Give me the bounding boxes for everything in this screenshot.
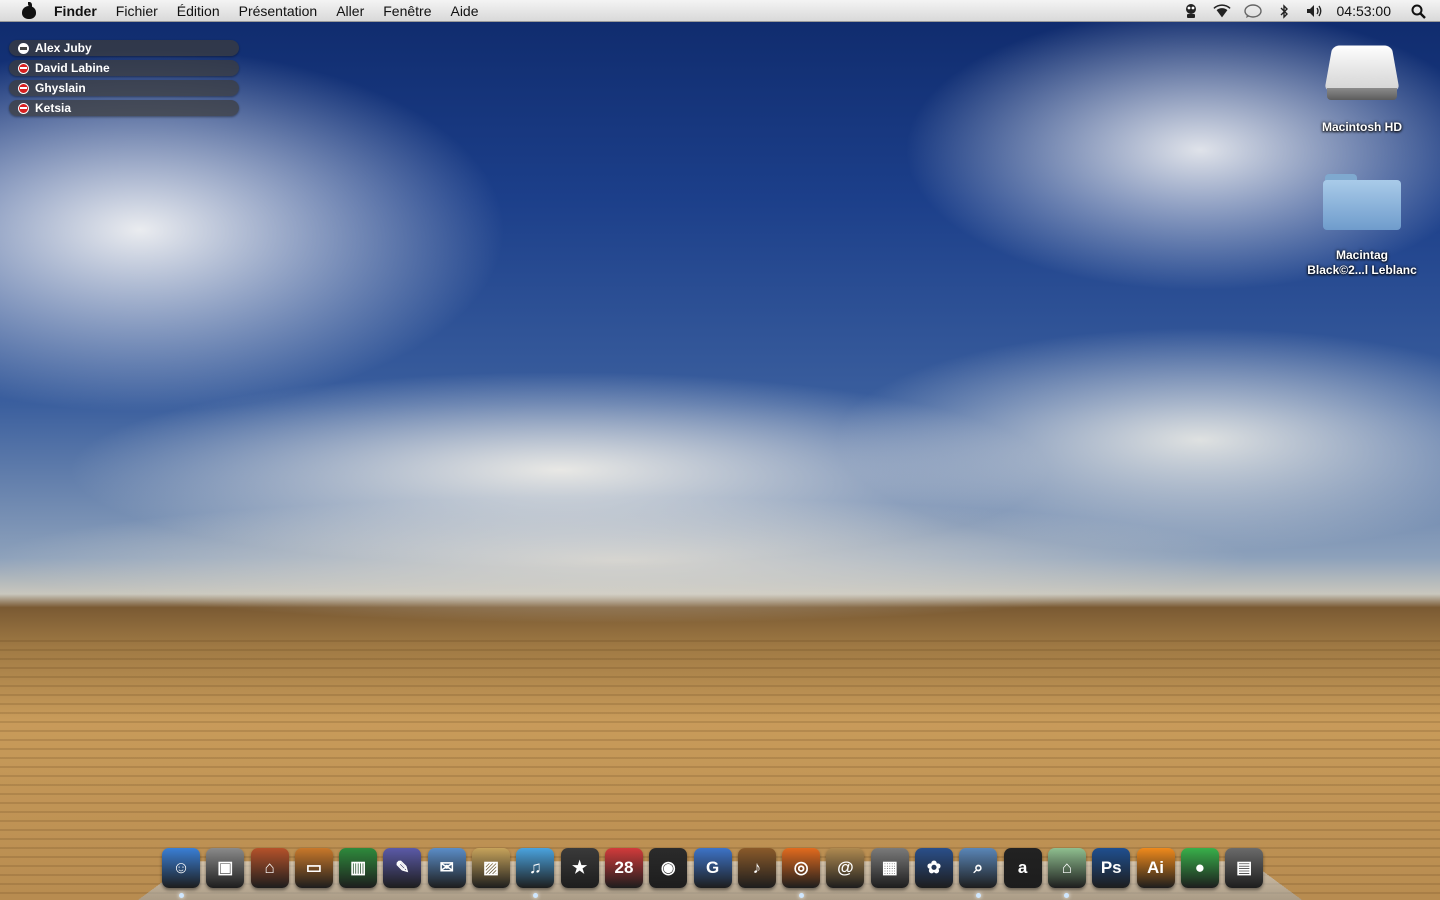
menu-bar: Finder Fichier Édition Présentation Alle… [0,0,1440,22]
buddy-name: Ghyslain [35,81,86,95]
menu-clock[interactable]: 04:53:00 [1337,3,1392,19]
apple-menu-icon[interactable] [20,1,40,20]
dock: ☺ ▣ ⌂ ▭ ▥ ✎ ✉ ▨ ♫ ★ 28 ◉ G ♪ ◎ @ ▦ ✿ ⌕ a ⌂ Ps Ai ● ▤ [162,842,1269,898]
address-book-icon[interactable]: @ [826,848,865,888]
running-indicator [798,893,804,898]
menu-presentation[interactable]: Présentation [239,3,318,19]
folder-icon [1323,170,1401,232]
buddy-name: Ketsia [35,101,72,115]
desktop-icon-label: Macintag [1335,248,1388,262]
finder-icon[interactable]: ☺ [162,848,200,898]
volume-icon[interactable] [1306,3,1324,19]
home-icon[interactable]: ⌂ [250,848,289,888]
cydia-icon[interactable]: ⌂ [1047,848,1086,898]
buddy-row[interactable]: Ketsia [9,100,239,116]
trash-icon[interactable]: ▤ [1225,848,1264,888]
green-orb-icon[interactable]: ● [1180,848,1219,888]
desktop-icon-macintosh-hd[interactable]: Macintosh HD [1292,42,1432,134]
buddy-row[interactable]: Ghyslain [9,80,239,96]
menu-extras: 04:53:00 [1182,0,1440,22]
menu-aller[interactable]: Aller [336,3,364,19]
mail-icon[interactable]: ✉ [427,848,466,888]
calculator-icon[interactable]: ▦ [870,848,909,888]
menu-edition[interactable]: Édition [177,3,220,19]
buddy-row[interactable]: David Labine [9,60,239,76]
numbers-icon[interactable]: ▥ [339,848,378,888]
iphoto-icon[interactable]: ▨ [472,848,511,888]
speech-bubble-icon[interactable] [1243,3,1262,19]
wifi-icon[interactable] [1212,3,1231,19]
busy-status-icon [18,82,29,94]
spotlight-search-icon[interactable] [1409,3,1427,19]
running-indicator [975,893,981,898]
menu-fenetre[interactable]: Fenêtre [383,3,431,19]
buddy-name: Alex Juby [35,41,92,55]
busy-status-icon [18,62,29,74]
amazon-icon[interactable]: a [1003,848,1042,888]
imovie-icon[interactable]: ★ [560,848,599,888]
menu-fichier[interactable]: Fichier [116,3,158,19]
running-indicator [178,893,184,898]
script-editor-icon[interactable]: ✎ [383,848,422,888]
buddy-name: David Labine [35,61,110,75]
messenger-icon[interactable] [1182,3,1200,19]
google-icon[interactable]: G [693,848,732,888]
hard-drive-icon [1325,42,1399,102]
preview-icon[interactable]: ⌕ [959,848,998,898]
firefox-icon[interactable]: ◎ [782,848,821,898]
frog-icon[interactable]: ✿ [915,848,954,888]
itunes-icon[interactable]: ♫ [516,848,555,898]
desktop-icon-folder[interactable]: Macintag Black©2...l Leblanc [1292,170,1432,278]
busy-status-icon [18,102,29,114]
garageband-icon[interactable]: ♪ [737,848,776,888]
menu-aide[interactable]: Aide [450,3,478,19]
illustrator-icon[interactable]: Ai [1136,848,1175,888]
desktop-icon-label: Macintosh HD [1321,120,1402,134]
menu-app-finder[interactable]: Finder [54,3,97,19]
photoshop-icon[interactable]: Ps [1092,848,1131,888]
running-indicator [532,893,538,898]
ical-icon[interactable]: 28 [604,848,643,888]
buddy-row[interactable]: Alex Juby [9,40,239,56]
bluetooth-icon[interactable] [1275,3,1293,19]
desktop-icon-label: Black©2...l Leblanc [1307,263,1417,277]
away-status-icon [18,42,29,54]
keynote-icon[interactable]: ▭ [294,848,333,888]
screenshot-icon[interactable]: ▣ [206,848,245,888]
dvd-player-icon[interactable]: ◉ [649,848,688,888]
